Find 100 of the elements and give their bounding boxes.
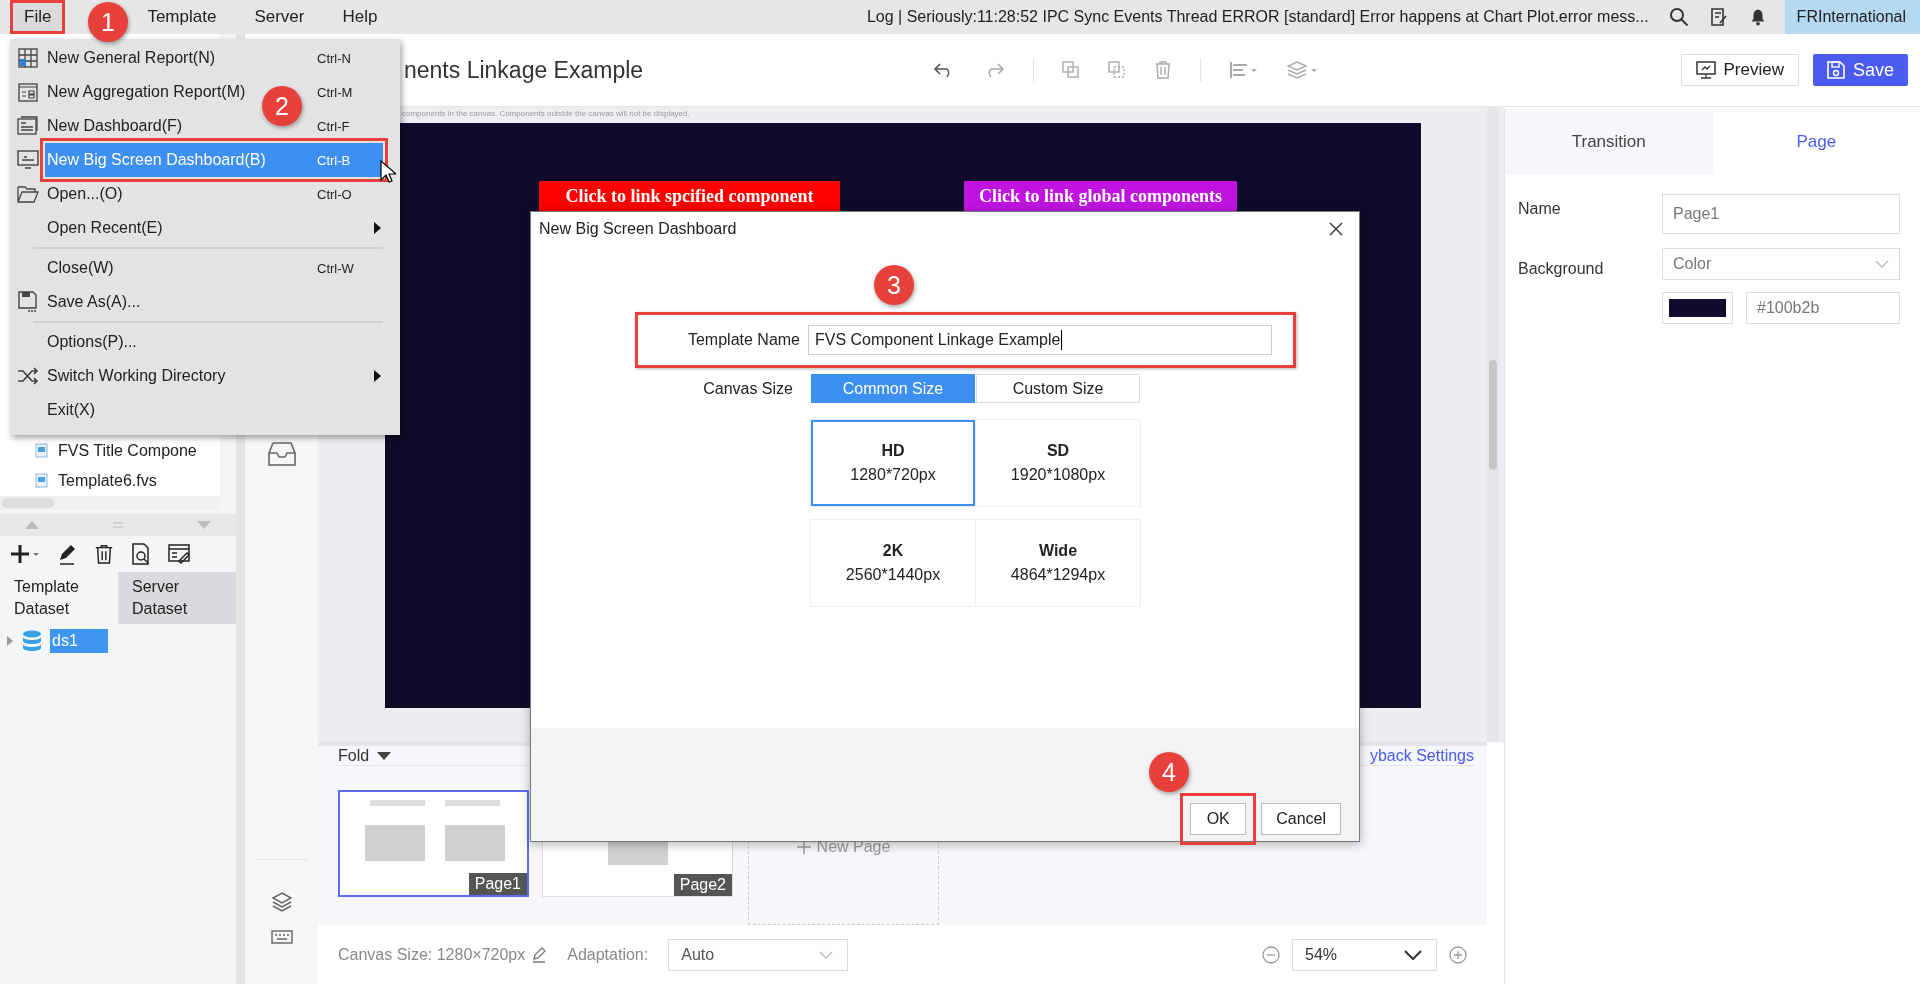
option-size: 4864*1294px <box>1010 566 1106 584</box>
document-title: nents Linkage Example <box>404 56 645 84</box>
size-option[interactable]: HD 1280*720px <box>811 420 975 506</box>
color-hex-field[interactable]: #100b2b <box>1746 292 1900 324</box>
chevron-down-icon <box>1404 949 1422 960</box>
search-icon[interactable] <box>1668 7 1689 27</box>
close-icon[interactable] <box>1329 222 1343 236</box>
playback-settings-link[interactable]: yback Settings <box>1369 746 1474 765</box>
link-button[interactable]: Click to link global components <box>964 181 1237 211</box>
menu-bar-item[interactable]: Help <box>330 2 390 32</box>
preview-document-icon[interactable] <box>130 543 152 565</box>
background-dropdown[interactable]: Color <box>1662 248 1900 280</box>
paste-icon[interactable] <box>1108 61 1126 79</box>
align-icon[interactable] <box>1229 61 1259 79</box>
fold-button[interactable]: Fold <box>338 746 392 765</box>
menu-item[interactable]: New Aggregation Report(M) <box>45 83 246 101</box>
menu-item[interactable]: Exit(X) <box>45 401 95 419</box>
monitor-icon <box>1695 61 1716 79</box>
option-name: HD <box>881 442 905 460</box>
dialog-title: New Big Screen Dashboard <box>539 220 737 238</box>
keyboard-icon[interactable] <box>270 930 293 944</box>
canvas-size-text: Canvas Size: 1280×720px <box>338 945 526 964</box>
shortcut-text: Ctrl-F <box>317 118 350 134</box>
menu-item[interactable]: Save As(A)... <box>45 293 141 311</box>
shortcut-text: Ctrl-N <box>317 50 351 66</box>
menu-bar-item[interactable]: Template <box>135 2 229 32</box>
log-message: Log | Seriously:11:28:52 IPC Sync Events Thread ERROR [standard] Error happens at Chart Plot.error mess... <box>866 8 1649 26</box>
option-name: Wide <box>1038 542 1078 560</box>
template-file-icon <box>34 473 50 489</box>
shortcut-text: Ctrl-W <box>317 260 354 276</box>
shortcut-text: Ctrl-O <box>317 186 352 202</box>
page-label: Page2 <box>673 874 732 896</box>
layers-icon[interactable] <box>270 892 293 912</box>
shortcut-text: Ctrl-M <box>317 84 353 100</box>
shortcut-text: Ctrl-B <box>317 152 351 168</box>
shuffle-icon <box>16 367 39 385</box>
plus-icon <box>796 839 811 854</box>
page-thumbnail[interactable]: Page1 <box>338 790 529 897</box>
menu-item[interactable]: New Dashboard(F) <box>45 117 183 135</box>
save-icon <box>1826 61 1845 79</box>
menu-item[interactable]: New General Report(N) <box>45 49 216 67</box>
menu-item[interactable]: Open Recent(E) <box>45 219 163 237</box>
edit-table-icon[interactable] <box>168 543 190 565</box>
menu-item[interactable]: Open...(O) <box>45 185 123 203</box>
monitor-icon <box>16 150 39 170</box>
panel-tab[interactable]: Server Dataset <box>118 572 236 624</box>
canvas-hint: components in the canvas. Components outside the canvas will not be displayed. <box>401 108 691 120</box>
menu-bar-item[interactable]: File <box>12 2 64 32</box>
option-size: 1280*720px <box>850 466 936 484</box>
save-icon <box>17 291 38 313</box>
adaptation-dropdown[interactable]: Auto <box>668 938 849 971</box>
add-icon[interactable] <box>10 543 40 565</box>
properties-tab[interactable]: Transition <box>1505 109 1713 175</box>
menu-bar-item[interactable]: Server <box>242 2 317 32</box>
file-name: Template6.fvs <box>58 472 157 490</box>
menu-item[interactable]: Options(P)... <box>45 333 137 351</box>
field-label: Canvas Size <box>702 379 793 399</box>
file-name: FVS Title Compone <box>58 442 197 460</box>
menu-item[interactable]: Close(W) <box>45 259 114 277</box>
inbox-icon[interactable] <box>266 441 297 467</box>
template-file-icon <box>34 443 50 459</box>
field-label: Template Name <box>686 331 800 349</box>
zoom-in-icon[interactable] <box>1449 945 1467 964</box>
user-name[interactable]: FRInternational <box>1784 0 1920 34</box>
cancel-button[interactable]: Cancel <box>1261 803 1341 835</box>
name-field[interactable]: Page1 <box>1662 194 1900 234</box>
size-tab[interactable]: Custom Size <box>976 374 1140 403</box>
option-size: 2560*1440px <box>845 566 941 584</box>
layers-icon[interactable] <box>1287 61 1319 79</box>
report-grid-icon <box>17 48 38 68</box>
adaptation-label: Adaptation: <box>567 945 649 964</box>
tree-item[interactable]: FVS Title Compone <box>0 436 220 466</box>
delete-icon[interactable] <box>94 543 114 565</box>
option-name: 2K <box>882 542 904 560</box>
tree-item[interactable]: Template6.fvs <box>0 466 220 496</box>
preview-button[interactable]: Preview <box>1680 54 1799 86</box>
option-size: 1920*1080px <box>1010 466 1106 484</box>
aggregation-report-icon <box>17 82 38 102</box>
save-button[interactable]: Save <box>1812 54 1908 86</box>
zoom-dropdown[interactable]: 54% <box>1292 938 1437 971</box>
folder-icon <box>16 185 39 203</box>
expand-arrow-icon[interactable] <box>6 636 14 646</box>
caret-icon <box>377 751 392 760</box>
database-icon <box>22 630 42 652</box>
template-name-field[interactable]: FVS Component Linkage Example <box>808 325 1272 355</box>
option-name: SD <box>1046 442 1070 460</box>
chevron-down-icon <box>819 950 834 959</box>
field-label: Name <box>1518 199 1562 218</box>
mouse-pointer-icon <box>380 160 396 184</box>
link-button[interactable]: Click to link spcified component <box>539 181 840 212</box>
dashboard-icon <box>16 116 39 136</box>
copy-icon[interactable] <box>1062 61 1080 79</box>
chevron-down-icon <box>1875 260 1889 268</box>
zoom-out-icon[interactable] <box>1262 945 1280 964</box>
notes-icon[interactable] <box>1708 7 1729 27</box>
page-label: Page1 <box>468 873 527 895</box>
menu-item[interactable]: Switch Working Directory <box>45 367 226 385</box>
scrollbar-thumb[interactable] <box>1489 360 1497 470</box>
color-picker[interactable] <box>1662 292 1733 324</box>
field-label: Background <box>1518 259 1605 278</box>
